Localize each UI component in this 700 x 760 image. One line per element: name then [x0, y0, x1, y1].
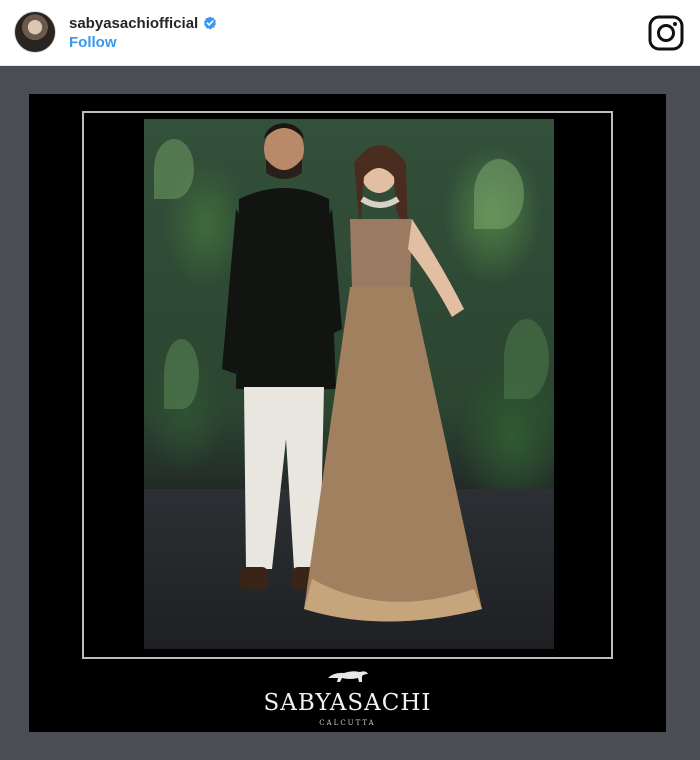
post-image[interactable]: SABYASACHI CALCUTTA: [29, 94, 666, 732]
post-header: sabyasachiofficial Follow: [0, 0, 700, 66]
tiger-logo-icon: [29, 666, 666, 690]
image-inner-frame: [82, 111, 613, 659]
brand-subtitle: CALCUTTA: [319, 719, 376, 727]
username-link[interactable]: sabyasachiofficial: [69, 15, 198, 32]
instagram-icon[interactable]: [648, 15, 684, 51]
username-row: sabyasachiofficial: [69, 13, 217, 33]
follow-button[interactable]: Follow: [69, 34, 117, 51]
profile-avatar[interactable]: [14, 11, 56, 53]
verified-badge-icon: [203, 16, 217, 30]
brand-name: SABYASACHI: [263, 690, 432, 716]
couple-photo: [144, 119, 554, 649]
post-media-area[interactable]: SABYASACHI CALCUTTA: [0, 66, 700, 760]
figures: [222, 123, 482, 622]
